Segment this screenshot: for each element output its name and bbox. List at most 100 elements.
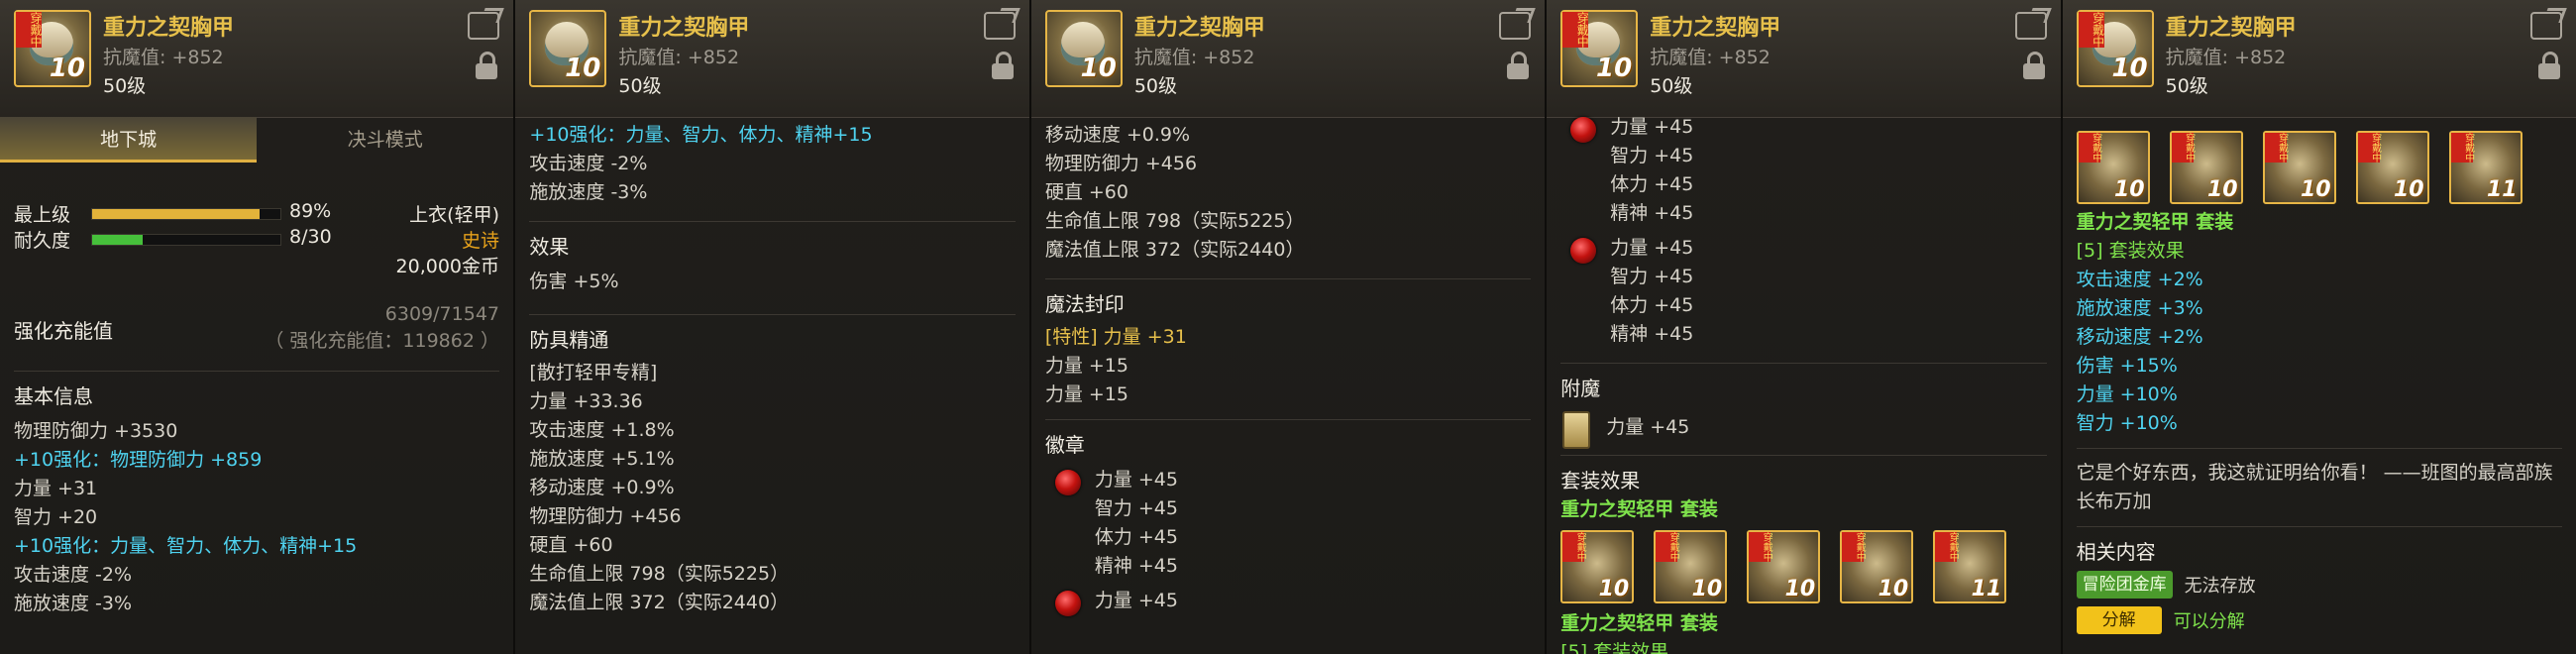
emblem-stats: 力量 +45 智力 +45 体力 +45 精神 +45 xyxy=(1610,234,1693,349)
reinforce-level: 10 xyxy=(2394,177,2424,202)
reinforce-level: 10 xyxy=(1596,54,1633,83)
enchant-title: 附魔 xyxy=(1560,363,2047,403)
bar-label: 耐久度 xyxy=(14,230,71,252)
bar-label: 最上级 xyxy=(14,204,71,226)
decompose-button[interactable]: 分解 xyxy=(2076,606,2162,634)
item-level: 50级 xyxy=(2165,75,2208,97)
basic-info-list: 物理防御力 +3530 +10强化：物理防御力 +859 力量 +31 智力 +20 +… xyxy=(14,417,499,618)
durability-fill xyxy=(92,235,143,245)
stat-line: 力量 +31 xyxy=(14,478,98,499)
item-icon: 10 xyxy=(529,10,607,87)
reinforce-level: 11 xyxy=(1971,577,2002,601)
tooltip-body: 穿戴中 10 穿戴中 10 穿戴中 10 穿戴中 10 穿戴中 11 重力之契轻甲 套装 … xyxy=(2063,117,2576,654)
stat-line: 施放速度 -3% xyxy=(14,593,133,614)
stat-line: 物理防御力 +456 xyxy=(529,505,682,527)
share-icon[interactable] xyxy=(468,12,500,40)
related-title: 相关内容 xyxy=(2076,540,2156,564)
charge-label: 强化充能值 xyxy=(14,319,113,343)
tab-dungeon[interactable]: 地下城 xyxy=(0,117,258,163)
emblem-stat: 精神 +45 xyxy=(1094,555,1178,577)
item-level: 50级 xyxy=(1133,75,1177,97)
equipped-tag: 穿戴中 xyxy=(2450,133,2474,163)
lock-icon[interactable] xyxy=(1507,52,1530,79)
red-emblem-icon xyxy=(1570,238,1597,264)
red-emblem-icon xyxy=(1054,591,1081,616)
item-level: 50级 xyxy=(1650,75,1693,97)
stat-line: 攻击速度 -2% xyxy=(529,153,648,174)
set-item-icon[interactable]: 穿戴中 10 xyxy=(1747,530,1821,603)
share-icon[interactable] xyxy=(983,12,1016,40)
set-item-icon[interactable]: 穿戴中 11 xyxy=(2448,131,2522,204)
emblem-stat: 体力 +45 xyxy=(1610,173,1694,195)
emblem-stat: 体力 +45 xyxy=(1094,526,1178,548)
stat-line: [特性] 力量 +31 xyxy=(1044,326,1187,348)
equipped-tag: 穿戴中 xyxy=(2264,133,2288,163)
durability-track xyxy=(91,234,281,246)
grade-bar: 最上级 89% 上衣(轻甲) xyxy=(14,200,499,226)
tooltip-panel-4: 穿戴中 10 重力之契胸甲 抗魔值: +852 50级 力量 +45 智力 +45… xyxy=(1547,0,2063,654)
tooltip-panel-3: 10 重力之契胸甲 抗魔值: +852 50级 移动速度 +0.9% 物理防御力 … xyxy=(1030,0,1548,654)
set-item-icon[interactable]: 穿戴中 11 xyxy=(1933,530,2007,603)
tooltip-panel-2: 10 重力之契胸甲 抗魔值: +852 50级 +10强化：力量、智力、体力、精… xyxy=(515,0,1031,654)
status-bars: 最上级 89% 上衣(轻甲) 耐久度 8/30 史诗 20,000金币 xyxy=(14,200,499,277)
stat-line: 力量 +33.36 xyxy=(529,390,643,412)
lock-icon[interactable] xyxy=(476,52,498,79)
set-item-icon[interactable]: 穿戴中 10 xyxy=(2262,131,2336,204)
item-icon: 10 xyxy=(1044,10,1123,87)
equipped-tag: 穿戴中 xyxy=(2078,133,2101,163)
reinforce-level: 10 xyxy=(2301,177,2331,202)
magic-resist: 抗魔值: +852 xyxy=(618,47,740,68)
stat-line: 攻击速度 -2% xyxy=(14,564,133,586)
magic-resist: 抗魔值: +852 xyxy=(1133,47,1255,68)
share-icon[interactable] xyxy=(2014,12,2047,40)
lock-icon[interactable] xyxy=(991,52,1014,79)
charge-value-total: （ 强化充能值：119862 ） xyxy=(265,330,499,352)
reinforce-level: 10 xyxy=(565,54,601,83)
reinforce-level: 10 xyxy=(1878,577,1909,601)
stat-line: 移动速度 +0.9% xyxy=(529,477,675,498)
item-header: 穿戴中 10 重力之契胸甲 抗魔值: +852 50级 xyxy=(1547,0,2061,118)
share-icon[interactable] xyxy=(2530,12,2563,40)
set-item-icon[interactable]: 穿戴中 10 xyxy=(1840,530,1914,603)
set-item-icon[interactable]: 穿戴中 10 xyxy=(1654,530,1728,603)
grade-track xyxy=(91,208,281,220)
enchant-slot: 力量 +45 xyxy=(1560,409,2046,449)
effect-list: 伤害 +5% xyxy=(529,268,1015,296)
enchant-stat: 力量 +45 xyxy=(1606,416,1690,438)
reinforce-level: 11 xyxy=(2487,177,2518,202)
share-icon[interactable] xyxy=(1499,12,1532,40)
equipped-tag: 穿戴中 xyxy=(2357,133,2381,163)
set-item-icon[interactable]: 穿戴中 10 xyxy=(2355,131,2429,204)
stat-line: 生命值上限 798（实际5225） xyxy=(529,563,790,585)
set-item-icon[interactable]: 穿戴中 10 xyxy=(2076,131,2150,204)
lock-icon[interactable] xyxy=(2538,52,2561,79)
emblem-stat: 力量 +45 xyxy=(1610,116,1694,138)
decompose-text: 可以分解 xyxy=(2173,611,2245,632)
lock-icon[interactable] xyxy=(2022,52,2045,79)
red-emblem-icon xyxy=(1054,470,1081,495)
emblem-stat: 体力 +45 xyxy=(1610,294,1694,316)
durability-bar: 耐久度 8/30 史诗 xyxy=(14,226,499,252)
emblem-slot: 力量 +45 智力 +45 体力 +45 精神 +45 xyxy=(1560,113,2046,228)
item-icon: 穿戴中 10 xyxy=(2076,10,2154,87)
mastery-title: 防具精通 xyxy=(529,314,1016,355)
tab-pvp[interactable]: 决斗模式 xyxy=(257,117,513,163)
emblem-stat: 力量 +45 xyxy=(1094,469,1178,490)
reinforce-level: 10 xyxy=(2207,177,2238,202)
bar-value: 8/30 xyxy=(289,226,332,248)
item-rarity: 史诗 xyxy=(461,230,499,252)
emblem-stat: 精神 +45 xyxy=(1610,323,1694,345)
decompose-row: 分解 可以分解 xyxy=(2076,606,2562,634)
charge-value: 6309/71547 （ 强化充能值：119862 ） xyxy=(265,301,499,355)
emblem-stat: 智力 +45 xyxy=(1610,266,1694,287)
item-name: 重力之契胸甲 xyxy=(618,16,750,41)
flavor-text: 它是个好东西，我这就证明给你看！ ——班图的最高部族长布万加 xyxy=(2076,462,2553,512)
set-item-icon[interactable]: 穿戴中 10 xyxy=(2169,131,2243,204)
tooltip-body: 力量 +45 智力 +45 体力 +45 精神 +45 力量 +45 智力 +45 体力 … xyxy=(1547,116,2060,654)
item-price: 20,000金币 xyxy=(395,256,499,277)
equipped-tag: 穿戴中 xyxy=(16,12,43,48)
tooltip-body: +10强化：力量、智力、体力、精神+15 攻击速度 -2% 施放速度 -3% 效果 … xyxy=(515,117,1028,654)
set-item-icon[interactable]: 穿戴中 10 xyxy=(1560,530,1635,603)
reinforce-level: 10 xyxy=(1784,577,1816,601)
item-name: 重力之契胸甲 xyxy=(103,16,235,41)
